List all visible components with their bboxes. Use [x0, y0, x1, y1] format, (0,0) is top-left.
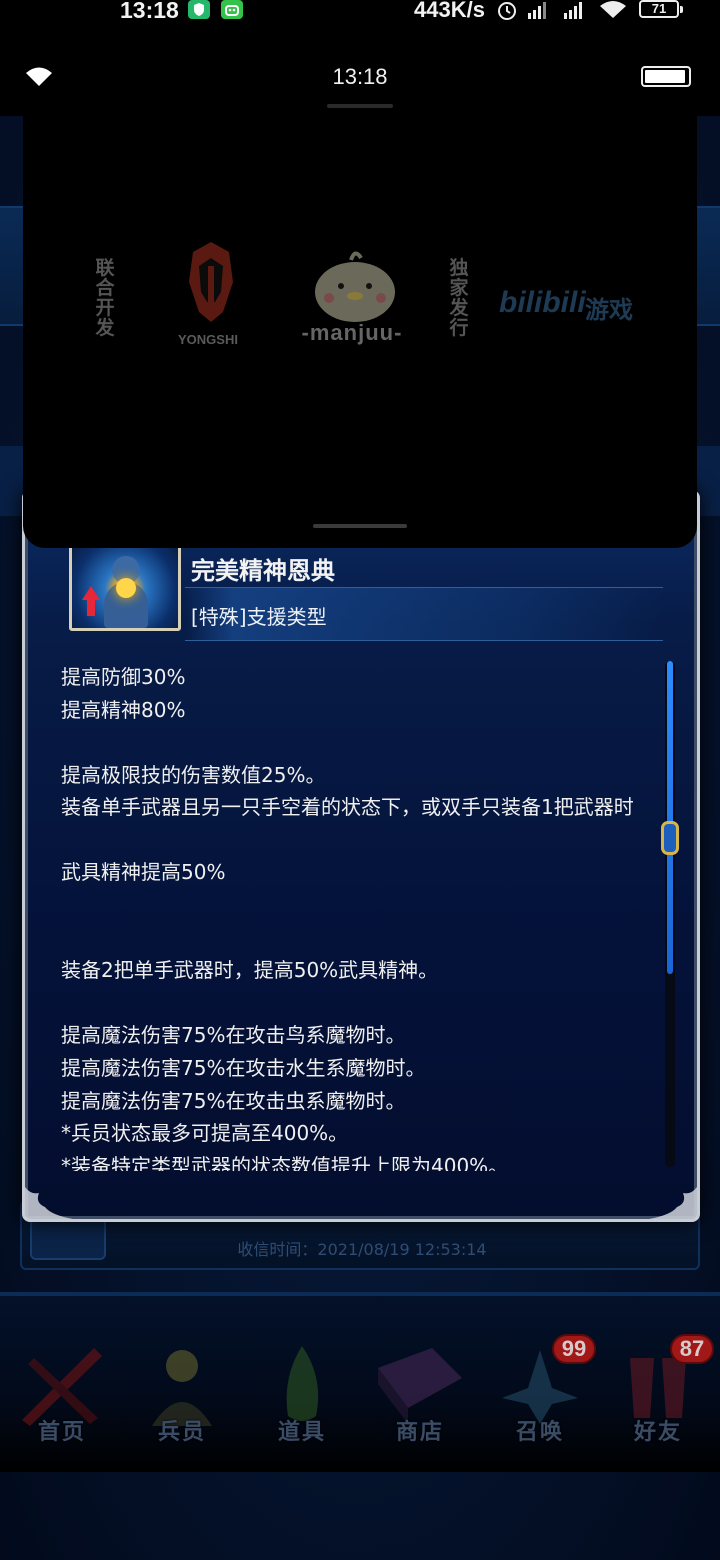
hd-signal-icon	[564, 2, 582, 19]
description-line	[61, 726, 661, 759]
description-line: 提高魔法伤害75%在攻击虫系魔物时。	[61, 1088, 406, 1113]
nav-label: 道具	[277, 1420, 326, 1445]
publisher-label: 独家发行	[449, 257, 469, 339]
description-line: *装备特定类型武器的状态数值提升上限为400%。	[61, 1153, 509, 1171]
skill-name: 完美精神恩典	[191, 557, 335, 585]
scrollbar-thumb[interactable]	[661, 821, 679, 855]
description-line: 提高极限技的伤害数值25%。	[61, 762, 326, 787]
skill-type: [特殊]支援类型	[191, 605, 327, 629]
description-line: 提高防御30%	[61, 665, 186, 689]
scrollbar-fill	[667, 661, 673, 974]
nav-label: 首页	[37, 1420, 86, 1445]
hd-signal-icon	[528, 2, 546, 19]
description-line	[61, 889, 661, 922]
nav-shop[interactable]: 商店	[364, 1332, 476, 1445]
drag-handle[interactable]	[313, 524, 407, 528]
nav-divider	[0, 1292, 720, 1296]
status-time: 13:18	[120, 0, 179, 23]
stat-up-arrow-icon	[82, 586, 100, 600]
overlay-time: 13:18	[332, 64, 388, 89]
alarm-icon	[498, 2, 516, 20]
description-scrollbar[interactable]	[661, 661, 679, 1167]
summon-count-badge: 99	[552, 1334, 596, 1364]
description-line: 武具精神提高50%	[61, 860, 226, 885]
co-dev-label: 联合开发	[95, 257, 115, 339]
nav-summon[interactable]: 召唤 99	[484, 1332, 596, 1445]
nav-label: 好友	[633, 1420, 682, 1445]
skill-type-bar: [特殊]支援类型	[185, 587, 663, 641]
skill-icon	[69, 539, 181, 631]
nav-units[interactable]: 兵员	[126, 1332, 238, 1445]
splash-overlay[interactable]: 联合开发 YONGSHI -manjuu- 独家发行 bilibili 游戏	[23, 94, 697, 548]
wifi-icon	[600, 1, 626, 18]
nav-friends[interactable]: 好友 87	[602, 1332, 714, 1445]
description-line: 提高魔法伤害75%在攻击鸟系魔物时。	[61, 1023, 406, 1048]
ornament-corner	[649, 1187, 697, 1219]
stat-up-arrow-stem	[87, 600, 95, 616]
mail-received-time: 收信时间：2021/08/19 12:53:14	[237, 1240, 487, 1259]
bilibili-logo: bilibili	[499, 286, 586, 319]
nav-home[interactable]: 首页	[6, 1332, 118, 1445]
yongshi-label: YONGSHI	[178, 332, 238, 347]
bottom-nav: 首页 兵员 道具 商店 召唤 99 好友 87	[0, 1292, 720, 1472]
nav-items[interactable]: 道具	[246, 1332, 358, 1445]
nav-label: 召唤	[515, 1420, 564, 1445]
description-line	[61, 987, 661, 1020]
manjuu-label: -manjuu-	[301, 320, 403, 345]
android-app-icon	[221, 0, 243, 19]
battery-icon	[641, 66, 691, 87]
yongshi-logo	[189, 242, 233, 322]
friend-count-badge: 87	[670, 1334, 714, 1364]
description-line	[61, 922, 661, 955]
network-speed: 443K/s	[414, 0, 485, 22]
description-line: 装备2把单手武器时，提高50%武具精神。	[61, 958, 439, 983]
status-bar: 13:18 443K/s 71	[0, 0, 720, 26]
ornament-corner	[25, 1187, 73, 1219]
skill-detail-dialog[interactable]: 完美精神恩典 [特殊]支援类型 提高防御30% 提高精神80% 提高极限技的伤害…	[22, 490, 700, 1222]
bilibili-game-label: 游戏	[585, 296, 633, 324]
description-line: 提高精神80%	[61, 697, 186, 722]
skill-description[interactable]: 提高防御30% 提高精神80% 提高极限技的伤害数值25%。 装备单手武器且另一…	[61, 661, 661, 1171]
manjuu-logo	[315, 251, 395, 322]
battery-icon: 71	[639, 0, 683, 18]
shield-app-icon	[188, 0, 210, 19]
skill-glow	[116, 578, 136, 598]
description-line: 提高魔法伤害75%在攻击水生系魔物时。	[61, 1055, 426, 1080]
nav-label: 商店	[395, 1420, 444, 1445]
drag-handle[interactable]	[327, 104, 393, 108]
description-line: 装备单手武器且另一只手空着的状态下，或双手只装备1把武器时	[61, 795, 634, 820]
description-line: *兵员状态最多可提高至400%。	[61, 1121, 349, 1146]
nav-label: 兵员	[157, 1420, 206, 1445]
